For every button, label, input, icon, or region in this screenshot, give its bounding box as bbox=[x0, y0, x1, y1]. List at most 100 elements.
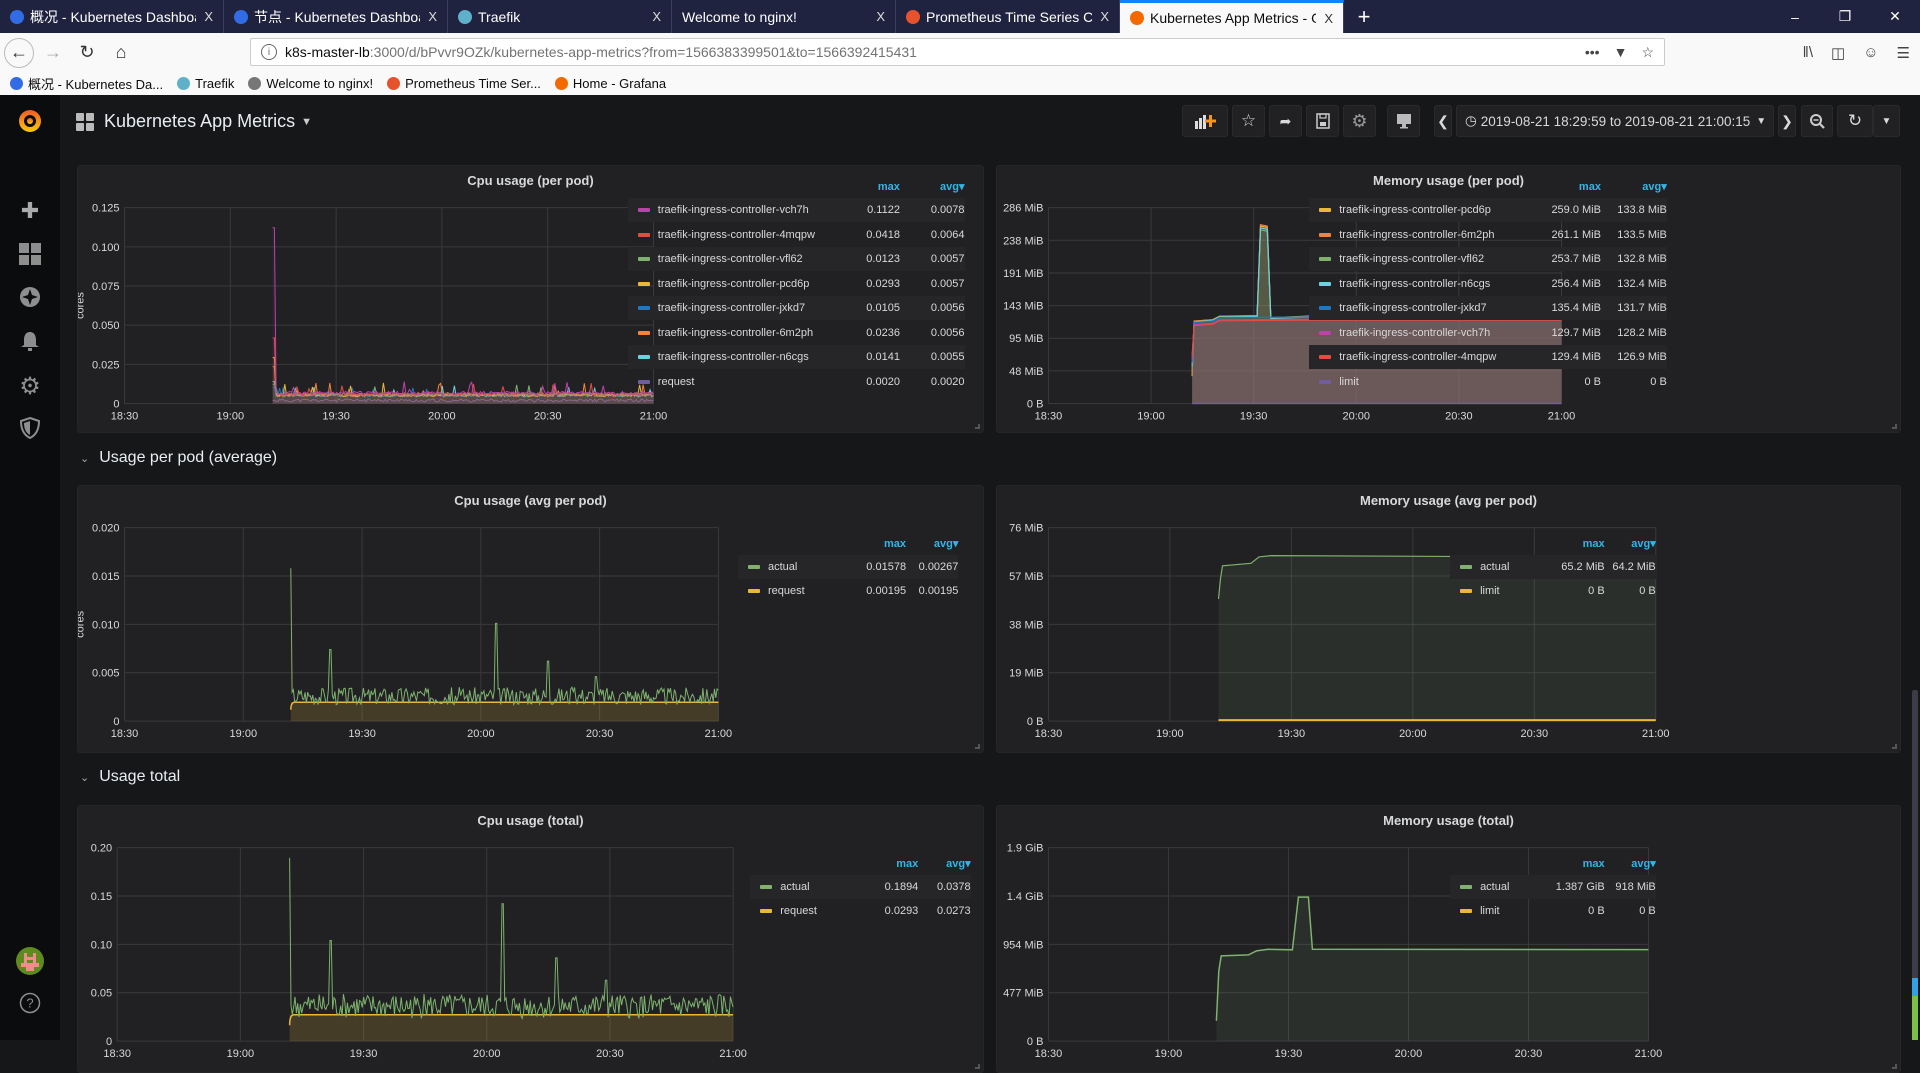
legend-swatch[interactable] bbox=[760, 884, 773, 889]
sidebar-toggle-icon[interactable]: ◫ bbox=[1831, 44, 1845, 62]
page-actions-icon[interactable]: ••• bbox=[1585, 44, 1600, 61]
close-tab-icon[interactable]: X bbox=[652, 9, 661, 24]
legend-item[interactable]: traefik-ingress-controller-4mqpw 129.4 Mi… bbox=[1309, 344, 1667, 370]
legend-series-name[interactable]: traefik-ingress-controller-4mqpw bbox=[658, 229, 836, 241]
server-admin-icon[interactable] bbox=[0, 417, 60, 439]
page-scrollbar[interactable] bbox=[1912, 690, 1918, 1040]
explore-icon[interactable] bbox=[0, 286, 60, 308]
legend-series-name[interactable]: request bbox=[768, 585, 854, 597]
legend-series-name[interactable]: actual bbox=[780, 881, 866, 893]
legend-header-avg-sorted[interactable]: avg▾ bbox=[906, 537, 958, 550]
bookmark-item[interactable]: Traefik bbox=[177, 76, 234, 91]
legend-swatch[interactable] bbox=[1319, 306, 1332, 311]
legend-item[interactable]: traefik-ingress-controller-vch7h 0.1122 0.… bbox=[627, 197, 965, 223]
legend-item[interactable]: traefik-ingress-controller-jxkd7 0.0105 0.… bbox=[627, 295, 965, 321]
legend-item[interactable]: traefik-ingress-controller-vfl62 253.7 Mi… bbox=[1309, 246, 1667, 272]
time-shift-back-button[interactable]: ❮ bbox=[1434, 105, 1452, 137]
legend-item[interactable]: traefik-ingress-controller-vch7h 129.7 Mi… bbox=[1309, 320, 1667, 345]
close-tab-icon[interactable]: X bbox=[428, 9, 437, 24]
pocket-icon[interactable]: ▼ bbox=[1614, 44, 1628, 61]
legend-series-name[interactable]: limit bbox=[1339, 376, 1535, 388]
alerting-icon[interactable] bbox=[0, 330, 60, 352]
legend-swatch[interactable] bbox=[1460, 589, 1473, 594]
star-dashboard-button[interactable]: ☆ bbox=[1232, 105, 1265, 137]
legend-swatch[interactable] bbox=[637, 355, 650, 360]
legend-series-name[interactable]: traefik-ingress-controller-jxkd7 bbox=[658, 302, 836, 314]
bookmark-item[interactable]: Prometheus Time Ser... bbox=[387, 76, 541, 91]
back-button[interactable]: ← bbox=[4, 37, 34, 68]
legend-swatch[interactable] bbox=[748, 564, 760, 569]
browser-tab[interactable]: Kubernetes App Metrics - Grafana X bbox=[1120, 0, 1344, 33]
dashboard-picker[interactable]: Kubernetes App Metrics ▼ bbox=[76, 111, 312, 132]
legend-item[interactable]: traefik-ingress-controller-vfl62 0.0123 0.… bbox=[627, 246, 965, 272]
legend-header-max[interactable]: max bbox=[854, 538, 906, 550]
share-dashboard-button[interactable]: ➦ bbox=[1269, 105, 1302, 137]
legend-item[interactable]: actual 0.01578 0.00267 bbox=[738, 554, 959, 580]
restore-button[interactable]: ❐ bbox=[1820, 0, 1870, 33]
legend-swatch[interactable] bbox=[637, 306, 650, 311]
menu-icon[interactable]: ☰ bbox=[1897, 44, 1910, 62]
legend-swatch[interactable] bbox=[1319, 257, 1332, 262]
legend-series-name[interactable]: traefik-ingress-controller-vfl62 bbox=[1339, 253, 1535, 265]
chart-cpu_avg[interactable]: 0 0.005 0.010 0.015 0.020 18:30 19:00 19:30 20:0… bbox=[78, 486, 983, 752]
legend-swatch[interactable] bbox=[637, 379, 650, 384]
forward-button[interactable]: → bbox=[38, 38, 68, 68]
time-shift-forward-button[interactable]: ❯ bbox=[1778, 105, 1796, 137]
bookmark-item[interactable]: Home - Grafana bbox=[554, 76, 666, 91]
close-tab-icon[interactable]: X bbox=[876, 9, 885, 24]
legend-swatch[interactable] bbox=[637, 281, 650, 286]
legend-header-max[interactable]: max bbox=[1535, 181, 1601, 193]
legend-item[interactable]: actual 0.1894 0.0378 bbox=[750, 874, 971, 900]
reload-button[interactable]: ↻ bbox=[72, 38, 102, 68]
legend-item[interactable]: traefik-ingress-controller-4mqpw 0.0418 0.… bbox=[628, 222, 965, 247]
account-icon[interactable]: ☺ bbox=[1863, 44, 1878, 61]
refresh-button[interactable]: ↻ bbox=[1837, 105, 1873, 137]
legend-swatch[interactable] bbox=[637, 257, 650, 262]
browser-tab[interactable]: 概况 - Kubernetes Dashboard X bbox=[0, 0, 224, 33]
legend-header-avg-sorted[interactable]: avg▾ bbox=[918, 857, 970, 870]
legend-series-name[interactable]: actual bbox=[768, 561, 854, 573]
bookmark-star-icon[interactable]: ☆ bbox=[1641, 44, 1654, 61]
legend-swatch[interactable] bbox=[748, 589, 760, 594]
legend-series-name[interactable]: actual bbox=[1480, 561, 1553, 573]
cycle-view-mode-button[interactable] bbox=[1387, 105, 1420, 137]
add-panel-button[interactable] bbox=[1182, 105, 1228, 137]
legend-swatch[interactable] bbox=[637, 208, 650, 213]
chart-cpu_total[interactable]: 0 0.05 0.10 0.15 0.20 18:30 19:00 19:30 20:00 20:… bbox=[78, 806, 983, 1072]
legend-item[interactable]: limit 0 B 0 B bbox=[1450, 899, 1656, 924]
legend-item[interactable]: limit 0 B 0 B bbox=[1450, 579, 1656, 604]
legend-item[interactable]: limit 0 B 0 B bbox=[1309, 369, 1667, 394]
browser-tab[interactable]: Traefik X bbox=[448, 0, 672, 33]
library-icon[interactable]: ‖\ bbox=[1803, 44, 1813, 61]
legend-swatch[interactable] bbox=[760, 909, 773, 914]
minimize-button[interactable]: – bbox=[1770, 0, 1820, 33]
legend-item[interactable]: traefik-ingress-controller-pcd6p 0.0293 0.… bbox=[628, 271, 965, 296]
legend-series-name[interactable]: traefik-ingress-controller-6m2ph bbox=[1339, 229, 1535, 241]
legend-header-avg-sorted[interactable]: avg▾ bbox=[1605, 857, 1655, 870]
help-icon[interactable]: ? bbox=[0, 992, 60, 1014]
bookmark-item[interactable]: 概况 - Kubernetes Da... bbox=[10, 74, 163, 93]
legend-header-max[interactable]: max bbox=[1554, 538, 1605, 550]
close-tab-icon[interactable]: X bbox=[204, 9, 213, 24]
legend-swatch[interactable] bbox=[637, 232, 650, 237]
legend-swatch[interactable] bbox=[1460, 909, 1473, 914]
browser-tab[interactable]: Prometheus Time Series Collection X bbox=[896, 0, 1120, 33]
legend-series-name[interactable]: traefik-ingress-controller-4mqpw bbox=[1339, 351, 1535, 363]
legend-header-avg-sorted[interactable]: avg▾ bbox=[1601, 180, 1666, 193]
legend-item[interactable]: actual 1.387 GiB 918 MiB bbox=[1450, 874, 1656, 900]
new-tab-button[interactable]: + bbox=[1344, 0, 1384, 33]
legend-series-name[interactable]: request bbox=[658, 376, 836, 388]
row-header-usage-total[interactable]: ⌄ Usage total bbox=[80, 768, 180, 786]
legend-item[interactable]: actual 65.2 MiB 64.2 MiB bbox=[1450, 554, 1656, 580]
create-icon[interactable]: ✚ bbox=[0, 198, 60, 224]
legend-swatch[interactable] bbox=[637, 330, 650, 335]
legend-item[interactable]: traefik-ingress-controller-6m2ph 261.1 Mi… bbox=[1309, 222, 1667, 247]
info-icon[interactable]: i bbox=[261, 44, 277, 60]
configuration-icon[interactable]: ⚙ bbox=[0, 372, 60, 401]
legend-swatch[interactable] bbox=[1319, 281, 1332, 286]
browser-tab[interactable]: 节点 - Kubernetes Dashboard X bbox=[224, 0, 448, 33]
refresh-interval-dropdown[interactable]: ▼ bbox=[1873, 105, 1900, 137]
row-header-usage-per-pod[interactable]: ⌄ Usage per pod (average) bbox=[80, 449, 277, 467]
legend-series-name[interactable]: actual bbox=[1480, 881, 1553, 893]
close-window-button[interactable]: ✕ bbox=[1870, 0, 1920, 33]
